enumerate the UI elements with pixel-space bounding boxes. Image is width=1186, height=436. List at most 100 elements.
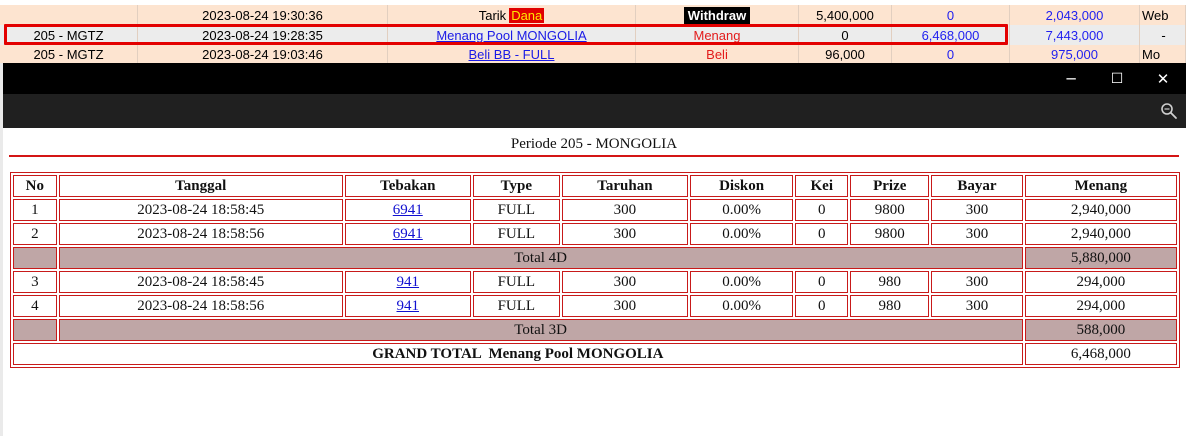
cell-menang: 2,940,000 (1024, 199, 1177, 221)
maximize-button[interactable]: ☐ (1094, 63, 1140, 94)
cell-menang: 294,000 (1024, 295, 1177, 317)
withdraw-badge: Withdraw (683, 6, 751, 24)
minimize-button[interactable]: ─ (1048, 63, 1094, 94)
row-extra: Web (1140, 5, 1186, 25)
close-button[interactable]: ✕ (1140, 63, 1186, 94)
total-4d-row: Total 4D 5,880,000 (13, 247, 1177, 269)
minimize-icon: ─ (1066, 69, 1076, 88)
popup-content: Periode 205 - MONGOLIA No Tanggal Tebaka… (3, 128, 1186, 436)
cell-tebakan: 6941 (344, 199, 471, 221)
cell-menang: 294,000 (1024, 271, 1177, 293)
header-bayar: Bayar (931, 175, 1023, 197)
cell-bayar: 300 (931, 295, 1023, 317)
table-row: 2 2023-08-24 18:58:56 6941 FULL 300 0.00… (13, 223, 1177, 245)
table-row: 3 2023-08-24 18:58:45 941 FULL 300 0.00%… (13, 271, 1177, 293)
tebakan-link[interactable]: 6941 (393, 226, 423, 242)
row-amount: 96,000 (799, 45, 892, 63)
cell-bayar: 300 (931, 199, 1023, 221)
cell-kei: 0 (795, 271, 849, 293)
header-tanggal: Tanggal (58, 175, 343, 197)
cell-tanggal: 2023-08-24 18:58:56 (58, 223, 343, 245)
menang-pool-link[interactable]: Menang Pool MONGOLIA (436, 28, 586, 43)
row-type: Withdraw (636, 5, 799, 25)
table-header-row: No Tanggal Tebakan Type Taruhan Diskon K… (13, 175, 1177, 197)
cell-no: 3 (13, 271, 57, 293)
cell-diskon: 0.00% (689, 199, 794, 221)
cell-tebakan: 941 (344, 271, 471, 293)
row-description: Beli BB - FULL (388, 45, 636, 63)
row-type: Menang (636, 25, 799, 45)
tebakan-link[interactable]: 941 (397, 298, 420, 314)
row-type: Beli (636, 45, 799, 63)
window-titlebar[interactable]: ─ ☐ ✕ (3, 63, 1186, 94)
period-title: Periode 205 - MONGOLIA (510, 136, 678, 152)
row-datetime: 2023-08-24 19:30:36 (138, 5, 388, 25)
row-extra: - (1140, 25, 1186, 45)
row-id (0, 5, 138, 25)
header-no: No (13, 175, 57, 197)
beli-link[interactable]: Beli BB - FULL (469, 47, 555, 62)
cell-prize: 980 (850, 271, 930, 293)
cell-taruhan: 300 (561, 199, 688, 221)
cell-kei: 0 (795, 223, 849, 245)
header-menang: Menang (1024, 175, 1177, 197)
row-description-text: Tarik (478, 7, 507, 23)
background-row-selected[interactable]: 205 - MGTZ 2023-08-24 19:28:35 Menang Po… (0, 25, 1186, 45)
cell-prize: 9800 (850, 223, 930, 245)
background-row: 2023-08-24 19:30:36 Tarik Dana Withdraw 5… (0, 5, 1186, 25)
background-row: 205 - MGTZ 2023-08-24 19:03:46 Beli BB -… (0, 45, 1186, 63)
window-toolbar (3, 94, 1186, 128)
cell-prize: 980 (850, 295, 930, 317)
cell-diskon: 0.00% (689, 295, 794, 317)
cell-taruhan: 300 (561, 295, 688, 317)
header-kei: Kei (795, 175, 849, 197)
cell-taruhan: 300 (561, 271, 688, 293)
row-datetime: 2023-08-24 19:28:35 (138, 25, 388, 45)
table-row: 4 2023-08-24 18:58:56 941 FULL 300 0.00%… (13, 295, 1177, 317)
row-id: 205 - MGTZ (0, 45, 138, 63)
close-icon: ✕ (1156, 69, 1170, 88)
row-win: 6,468,000 (892, 25, 1010, 45)
row-datetime: 2023-08-24 19:03:46 (138, 45, 388, 63)
table-row: 1 2023-08-24 18:58:45 6941 FULL 300 0.00… (13, 199, 1177, 221)
cell-tebakan: 941 (344, 295, 471, 317)
cell-tanggal: 2023-08-24 18:58:45 (58, 271, 343, 293)
cell-prize: 9800 (850, 199, 930, 221)
cell-type: FULL (472, 199, 560, 221)
cell-type: FULL (472, 295, 560, 317)
header-prize: Prize (850, 175, 930, 197)
title-divider (9, 155, 1179, 157)
cell-bayar: 300 (931, 223, 1023, 245)
total-3d-label: Total 3D (58, 319, 1023, 341)
cell-no: 2 (13, 223, 57, 245)
header-taruhan: Taruhan (561, 175, 688, 197)
row-amount: 0 (799, 25, 892, 45)
tebakan-link[interactable]: 941 (397, 274, 420, 290)
row-extra: Mo (1140, 45, 1186, 63)
row-balance: 975,000 (1010, 45, 1140, 63)
row-balance: 2,043,000 (1010, 5, 1140, 25)
header-diskon: Diskon (689, 175, 794, 197)
header-type: Type (472, 175, 560, 197)
cell-bayar: 300 (931, 271, 1023, 293)
total-3d-value: 588,000 (1024, 319, 1177, 341)
row-win: 0 (892, 45, 1010, 63)
row-id: 205 - MGTZ (0, 25, 138, 45)
cell-no: 4 (13, 295, 57, 317)
tebakan-link[interactable]: 6941 (393, 202, 423, 218)
grand-total-label: GRAND TOTAL Menang Pool MONGOLIA (13, 343, 1023, 365)
grand-total-row: GRAND TOTAL Menang Pool MONGOLIA 6,468,0… (13, 343, 1177, 365)
cell-tanggal: 2023-08-24 18:58:45 (58, 199, 343, 221)
row-amount: 5,400,000 (799, 5, 892, 25)
zoom-icon[interactable] (1160, 102, 1178, 120)
header-tebakan: Tebakan (344, 175, 471, 197)
cell-taruhan: 300 (561, 223, 688, 245)
bets-table: No Tanggal Tebakan Type Taruhan Diskon K… (10, 172, 1180, 368)
cell-kei: 0 (795, 199, 849, 221)
cell-type: FULL (472, 223, 560, 245)
cell-type: FULL (472, 271, 560, 293)
cell-diskon: 0.00% (689, 223, 794, 245)
total-3d-row: Total 3D 588,000 (13, 319, 1177, 341)
cell-no: 1 (13, 199, 57, 221)
row-win: 0 (892, 5, 1010, 25)
